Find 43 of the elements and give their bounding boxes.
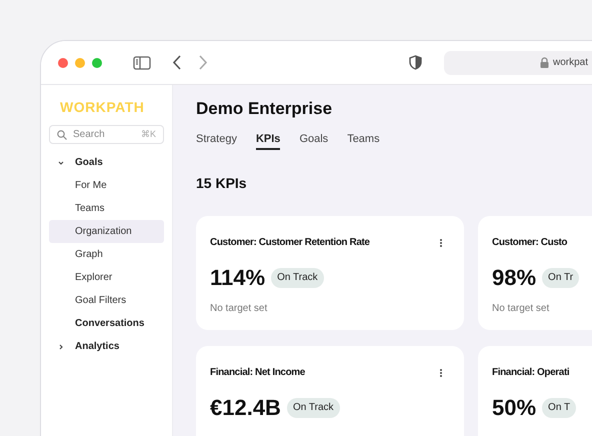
tab[interactable]: Goals	[299, 130, 328, 150]
search-placeholder: Search	[73, 128, 105, 142]
shield-icon[interactable]	[409, 55, 422, 70]
nav-item[interactable]: Explorer	[49, 266, 164, 289]
status-badge: On Tr	[542, 268, 580, 288]
nav-item[interactable]: For Me	[49, 174, 164, 197]
target-note: No target set	[492, 302, 550, 316]
search-icon	[57, 130, 67, 140]
tab[interactable]: KPIs	[256, 130, 280, 150]
nav-item[interactable]: Conversations	[49, 312, 164, 335]
kpi-count: 15 KPIs	[196, 174, 248, 193]
lock-icon	[540, 57, 549, 68]
sidebar-toggle-icon[interactable]	[133, 56, 151, 70]
card-title: Customer: Custo	[492, 236, 568, 250]
card-title: Financial: Net Income	[210, 366, 305, 380]
target-note: No target set	[210, 302, 268, 316]
status-badge: On Track	[286, 398, 340, 418]
nav-item[interactable]: Teams	[49, 197, 164, 220]
kpi-value: €12.4B	[210, 394, 281, 422]
url-text: workpat	[553, 56, 588, 70]
tab[interactable]: Teams	[347, 130, 380, 150]
nav-item[interactable]: Analytics	[49, 335, 164, 358]
chevron-down-icon	[57, 158, 65, 166]
logo-text: WORKPATH	[60, 100, 146, 114]
nav-item[interactable]: Graph	[49, 243, 164, 266]
page-title: Demo Enterprise	[196, 98, 334, 120]
status-badge: On T	[542, 398, 576, 418]
status-badge: On Track	[271, 268, 324, 288]
nav-item[interactable]: Goal Filters	[49, 289, 164, 312]
nav-item[interactable]: Organization	[49, 220, 164, 243]
kpi-value: 98%	[492, 264, 536, 292]
card-title: Financial: Operati	[492, 366, 570, 380]
nav-item[interactable]: Goals	[49, 151, 164, 174]
back-icon[interactable]	[172, 55, 181, 70]
kpi-value: 50%	[492, 394, 536, 422]
tab[interactable]: Strategy	[196, 130, 237, 150]
close-window-button[interactable]	[58, 58, 68, 68]
shortcut-hint: ⌘K	[140, 128, 156, 141]
chevron-right-icon	[57, 342, 65, 350]
kpi-value: 114%	[210, 264, 266, 292]
card-title: Customer: Customer Retention Rate	[210, 236, 370, 250]
address-bar[interactable]: workpat	[444, 50, 592, 74]
search-field[interactable]: Search ⌘K	[49, 125, 164, 144]
